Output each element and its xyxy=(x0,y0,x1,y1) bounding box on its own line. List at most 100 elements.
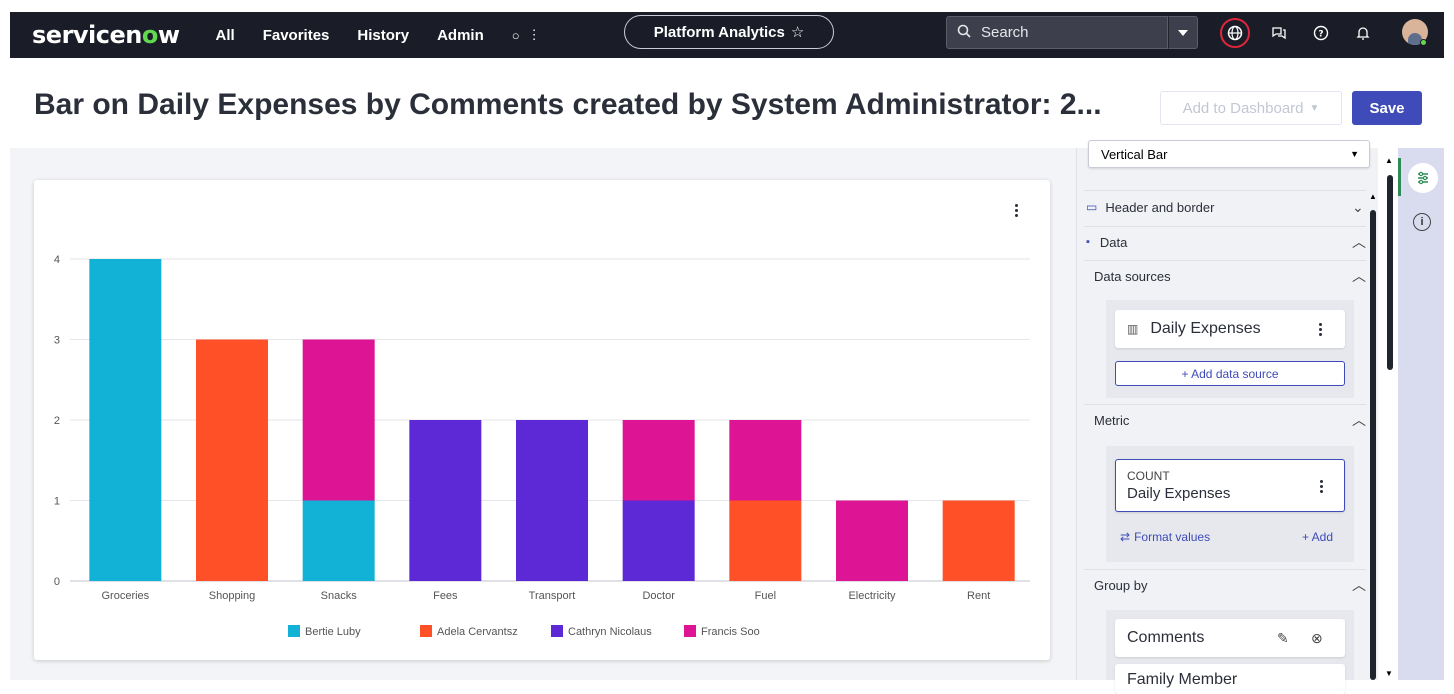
caret-down-icon xyxy=(1178,29,1188,36)
group-by-item[interactable]: Family Member xyxy=(1115,664,1345,694)
panel-scroll-thumb[interactable] xyxy=(1370,210,1376,680)
section-data[interactable]: ▪ Data ︿ xyxy=(1086,233,1376,251)
bar-segment xyxy=(729,500,802,581)
section-group-by-label: Group by xyxy=(1094,577,1148,593)
x-tick-label: Doctor xyxy=(642,590,675,602)
x-tick-label: Electricity xyxy=(848,590,896,602)
bar-segment xyxy=(622,420,695,501)
bar-segment xyxy=(302,500,375,581)
add-to-dashboard-button[interactable]: Add to Dashboard ▼ xyxy=(1160,91,1342,125)
metric-item[interactable]: COUNT Daily Expenses xyxy=(1115,459,1345,512)
bar-segment xyxy=(942,500,1015,581)
svg-text:?: ? xyxy=(1318,30,1323,40)
legend-swatch xyxy=(288,625,300,637)
section-header-and-border-label: Header and border xyxy=(1105,199,1215,215)
x-tick-label: Shopping xyxy=(209,590,256,602)
section-data-label: Data xyxy=(1099,234,1128,250)
bar-segment xyxy=(836,500,908,581)
section-header-and-border[interactable]: ▭ Header and border ⌄ xyxy=(1086,198,1376,216)
section-data-sources-label: Data sources xyxy=(1094,268,1171,284)
bar-segment xyxy=(196,339,268,581)
legend-swatch xyxy=(420,625,432,637)
bell-icon[interactable] xyxy=(1350,20,1376,46)
save-button[interactable]: Save xyxy=(1352,91,1422,125)
format-values-link[interactable]: ⇄ Format values xyxy=(1120,530,1210,544)
viz-type-value: Vertical Bar xyxy=(1101,146,1168,162)
legend-label: Cathryn Nicolaus xyxy=(568,626,652,638)
chevron-up-icon: ︿ xyxy=(1352,412,1366,428)
chat-icon[interactable] xyxy=(1266,20,1292,46)
y-tick-label: 2 xyxy=(54,415,60,427)
section-metric[interactable]: Metric ︿ xyxy=(1094,411,1384,429)
outer-scroll-thumb[interactable] xyxy=(1387,175,1393,370)
table-icon: ▥ xyxy=(1127,322,1139,336)
data-source-name: Daily Expenses xyxy=(1150,320,1261,337)
chart-x-labels: Groceries Shopping Snacks Fees Transport Doct… xyxy=(101,590,990,602)
swap-icon: ⇄ xyxy=(1120,530,1131,544)
metric-menu-icon[interactable] xyxy=(1316,478,1326,494)
y-tick-label: 0 xyxy=(54,576,60,588)
group-by-item[interactable]: Comments ✎ ⊗ xyxy=(1115,619,1345,657)
divider xyxy=(1084,260,1366,261)
rail-active-indicator xyxy=(1398,158,1401,196)
metric-aggregate: COUNT xyxy=(1127,469,1170,483)
configure-icon[interactable] xyxy=(1408,163,1438,193)
format-values-label: Format values xyxy=(1134,530,1211,544)
chevron-up-icon: ︿ xyxy=(1352,234,1366,250)
scroll-up-icon[interactable]: ▲ xyxy=(1385,156,1393,165)
chevron-down-icon: ⌄ xyxy=(1352,198,1364,215)
x-tick-label: Fees xyxy=(433,590,458,602)
x-tick-label: Rent xyxy=(967,590,990,602)
remove-icon[interactable]: ⊗ xyxy=(1311,630,1323,647)
divider xyxy=(1084,226,1366,227)
x-tick-label: Snacks xyxy=(321,590,358,602)
y-tick-label: 1 xyxy=(54,496,60,508)
database-icon: ▪ xyxy=(1086,236,1090,248)
add-data-source-button[interactable]: + Add data source xyxy=(1115,361,1345,386)
legend-swatch xyxy=(551,625,563,637)
pencil-icon[interactable]: ✎ xyxy=(1277,630,1289,647)
chevron-up-icon: ︿ xyxy=(1352,268,1366,284)
group-by-name: Comments xyxy=(1127,629,1205,646)
y-tick-label: 4 xyxy=(54,254,60,266)
metric-name: Daily Expenses xyxy=(1127,485,1231,502)
help-icon[interactable]: ? xyxy=(1308,20,1334,46)
divider xyxy=(1084,404,1366,405)
section-group-by[interactable]: Group by ︿ xyxy=(1094,576,1384,594)
bar-segment xyxy=(729,420,802,501)
divider xyxy=(1084,190,1366,191)
bar-segment xyxy=(516,420,588,581)
scroll-up-icon[interactable]: ▲ xyxy=(1369,192,1377,201)
search-scope-dropdown[interactable] xyxy=(1168,16,1198,49)
legend-swatch xyxy=(684,625,696,637)
section-data-sources[interactable]: Data sources ︿ xyxy=(1094,267,1384,285)
legend-label: Francis Soo xyxy=(701,626,760,638)
bar-segment xyxy=(302,339,375,501)
online-status-dot xyxy=(1420,39,1427,46)
scroll-down-icon[interactable]: ▼ xyxy=(1385,669,1393,678)
add-to-dashboard-label: Add to Dashboard xyxy=(1182,99,1304,117)
info-icon[interactable]: i xyxy=(1413,213,1431,231)
bar-segment xyxy=(622,500,695,581)
chevron-up-icon: ︿ xyxy=(1352,577,1366,593)
data-source-menu-icon[interactable] xyxy=(1315,321,1325,337)
divider xyxy=(1084,569,1366,570)
x-tick-label: Fuel xyxy=(755,590,776,602)
x-tick-label: Groceries xyxy=(101,590,149,602)
y-tick-label: 3 xyxy=(54,335,60,347)
legend-label: Bertie Luby xyxy=(305,626,361,638)
globe-icon[interactable] xyxy=(1220,18,1250,48)
bar-chart: Groceries Shopping Snacks Fees Transport Doct… xyxy=(54,254,1030,638)
caret-down-icon: ▼ xyxy=(1350,149,1359,159)
legend-label: Adela Cervantsz xyxy=(437,626,518,638)
chevron-down-icon: ▼ xyxy=(1309,102,1320,114)
chart-y-labels: 0 1 2 3 4 xyxy=(54,254,60,588)
bar-segment xyxy=(89,259,162,581)
section-metric-label: Metric xyxy=(1094,412,1130,428)
group-by-name: Family Member xyxy=(1127,671,1238,688)
x-tick-label: Transport xyxy=(529,590,576,602)
viz-type-select[interactable]: Vertical Bar ▼ xyxy=(1088,140,1370,168)
layout-icon: ▭ xyxy=(1086,200,1098,214)
data-source-item[interactable]: ▥ Daily Expenses xyxy=(1115,310,1345,348)
add-metric-link[interactable]: + Add xyxy=(1302,530,1333,544)
